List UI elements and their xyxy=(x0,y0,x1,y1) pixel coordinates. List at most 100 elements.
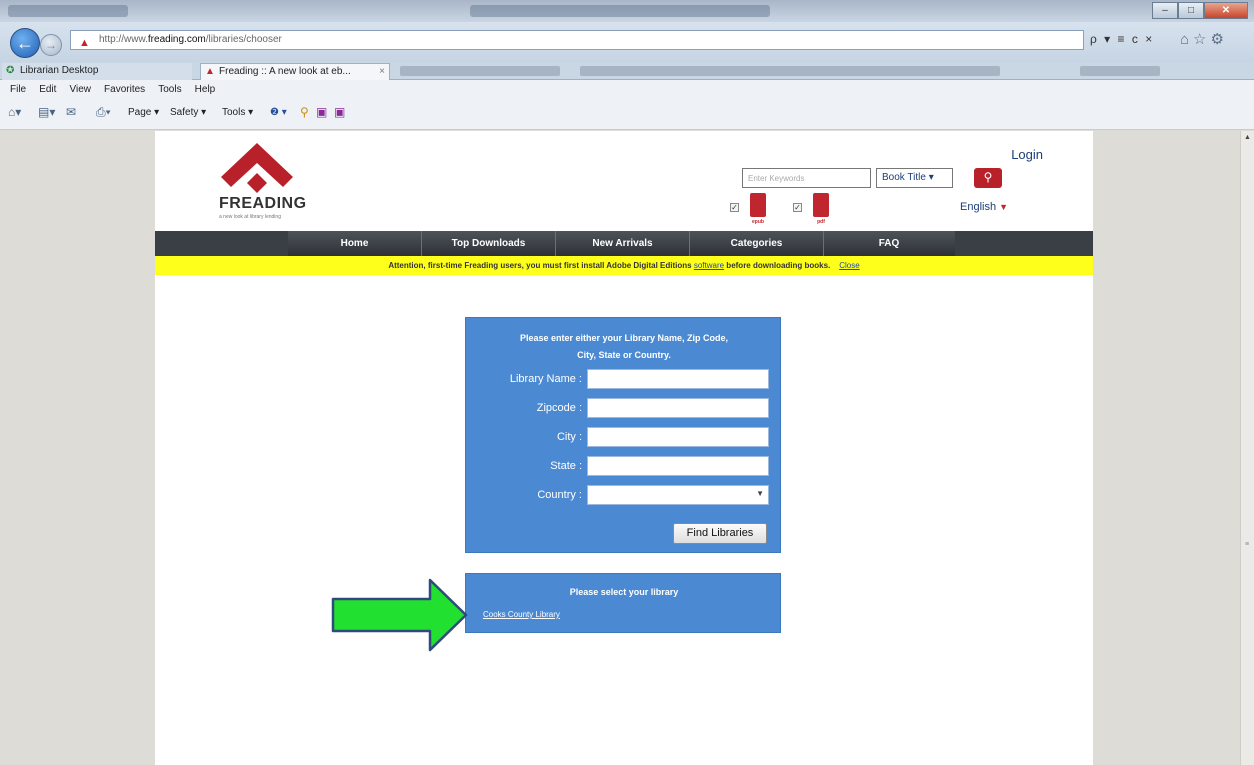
url-host: freading.com xyxy=(147,34,206,45)
zipcode-input[interactable] xyxy=(587,398,769,418)
pdf-checkbox[interactable]: ✓ xyxy=(793,203,802,212)
back-button[interactable]: ← xyxy=(10,28,40,58)
library-search-form: Please enter either your Library Name, Z… xyxy=(465,317,781,553)
city-input[interactable] xyxy=(587,427,769,447)
window-title-bar: – □ ✕ xyxy=(0,0,1254,22)
menu-favorites[interactable]: Favorites xyxy=(104,80,145,100)
country-label: Country : xyxy=(537,489,582,501)
library-select-box: Please select your library Cooks County … xyxy=(465,573,781,633)
language-select[interactable]: English ▼ xyxy=(960,201,1008,213)
epub-checkbox[interactable]: ✓ xyxy=(730,203,739,212)
nav-new-arrivals[interactable]: New Arrivals xyxy=(556,231,689,256)
tab-label: Freading :: A new look at eb... xyxy=(219,66,351,77)
menu-view[interactable]: View xyxy=(69,80,91,100)
pdf-label: pdf xyxy=(817,219,825,225)
tab-row-blur xyxy=(1080,66,1160,76)
state-label: State : xyxy=(550,460,582,472)
nav-home[interactable]: Home xyxy=(288,231,421,256)
safety-menu[interactable]: Safety ▾ xyxy=(170,107,206,118)
library-name-label: Library Name : xyxy=(509,373,582,385)
tab-librarian-desktop[interactable]: ✪ Librarian Desktop xyxy=(2,63,192,80)
keyword-search-input[interactable] xyxy=(742,168,871,188)
onenote-icon[interactable]: ▣ xyxy=(316,105,327,119)
print-icon[interactable]: ⎙▾ xyxy=(96,105,111,120)
home-favorites-settings-icons[interactable]: ⌂☆⚙ xyxy=(1180,30,1228,48)
url-prefix: http://www. xyxy=(99,34,148,45)
notice-text-after: before downloading books. xyxy=(724,261,831,270)
find-libraries-button[interactable]: Find Libraries xyxy=(673,523,767,544)
research-icon[interactable]: ⚲ xyxy=(300,105,309,119)
software-link[interactable]: software xyxy=(694,261,724,270)
maximize-button[interactable]: □ xyxy=(1178,2,1204,19)
tab-row: ✪ Librarian Desktop ▲ Freading :: A new … xyxy=(0,62,1254,80)
url-path: /libraries/chooser xyxy=(205,34,282,45)
feeds-icon[interactable]: ▤▾ xyxy=(38,105,55,119)
logo-text[interactable]: FREADING xyxy=(219,195,307,213)
address-row: ← → ▲ http://www.freading.com/libraries/… xyxy=(0,22,1254,62)
scroll-up-arrow-icon[interactable]: ▲ xyxy=(1244,134,1251,141)
menu-file[interactable]: File xyxy=(10,80,26,100)
tab-favicon-icon: ✪ xyxy=(6,65,15,76)
window-title xyxy=(470,5,770,17)
pdf-format-icon: pdf xyxy=(813,193,829,225)
vertical-scrollbar[interactable]: ▲ ≡ xyxy=(1240,131,1254,765)
close-window-button[interactable]: ✕ xyxy=(1204,2,1248,19)
tab-close-icon[interactable]: × xyxy=(379,64,385,80)
nav-padding xyxy=(155,231,288,256)
search-icon: ⚲ xyxy=(983,170,993,184)
tab-row-blur xyxy=(580,66,1000,76)
nav-top-downloads[interactable]: Top Downloads xyxy=(422,231,555,256)
back-arrow-icon: ← xyxy=(16,33,34,53)
epub-format-icon: epub xyxy=(750,193,766,225)
logo-tagline: a new look at library lending xyxy=(219,214,281,220)
language-label: English xyxy=(960,201,997,213)
epub-label: epub xyxy=(752,219,764,225)
forward-button[interactable]: → xyxy=(40,34,62,56)
zipcode-label: Zipcode : xyxy=(536,402,582,414)
tab-label: Librarian Desktop xyxy=(20,65,99,76)
freading-favicon-icon: ▲ xyxy=(205,66,215,77)
tools-menu[interactable]: Tools ▾ xyxy=(222,107,253,118)
login-link[interactable]: Login xyxy=(1011,147,1043,162)
search-scope-select[interactable]: Book Title ▾ xyxy=(876,168,953,188)
library-link[interactable]: Cooks County Library xyxy=(483,610,560,619)
freading-page: FREADING a new look at library lending L… xyxy=(155,131,1093,765)
library-select-title: Please select your library xyxy=(569,587,679,597)
quick-access-toolbar xyxy=(8,5,128,17)
tab-row-blur xyxy=(400,66,560,76)
state-input[interactable] xyxy=(587,456,769,476)
nav-padding xyxy=(955,231,1093,256)
library-search-title-line2: City, State or Country. xyxy=(577,350,671,360)
page-menu[interactable]: Page ▾ xyxy=(128,107,159,118)
library-search-title: Please enter either your Library Name, Z… xyxy=(476,330,772,364)
search-button[interactable]: ⚲ xyxy=(974,168,1002,188)
forward-arrow-icon: → xyxy=(45,38,57,52)
menu-bar: File Edit View Favorites Tools Help xyxy=(0,80,1254,100)
home-icon[interactable]: ⌂▾ xyxy=(8,105,21,119)
address-tools[interactable]: ρ ▾ ≡ c × xyxy=(1090,32,1154,46)
main-nav: Home Top Downloads New Arrivals Categori… xyxy=(155,231,1093,256)
country-select[interactable]: ▼ xyxy=(587,485,769,505)
green-pointer-arrow-icon xyxy=(331,578,468,652)
menu-help[interactable]: Help xyxy=(195,80,216,100)
notice-text: Attention, first-time Freading users, yo… xyxy=(388,261,694,270)
send-to-onenote-icon[interactable]: ▣ xyxy=(334,105,345,119)
city-label: City : xyxy=(556,431,582,443)
dropdown-arrow-icon: ▼ xyxy=(756,489,764,498)
nav-faq[interactable]: FAQ xyxy=(824,231,954,256)
minimize-button[interactable]: – xyxy=(1152,2,1178,19)
library-name-input[interactable] xyxy=(587,369,769,389)
scroll-thumb[interactable]: ≡ xyxy=(1245,541,1249,548)
command-bar: ⌂▾ ▤▾ ✉ ⎙▾ Page ▾ Safety ▾ Tools ▾ ❷ ▾ ⚲… xyxy=(0,100,1254,130)
freading-favicon-icon: ▲ xyxy=(79,37,90,49)
notice-close-link[interactable]: Close xyxy=(839,261,859,270)
address-bar[interactable]: ▲ http://www.freading.com/libraries/choo… xyxy=(70,30,1084,50)
help-icon[interactable]: ❷ ▾ xyxy=(270,107,287,118)
freading-logo-icon[interactable] xyxy=(217,141,297,193)
mail-icon[interactable]: ✉ xyxy=(66,105,76,119)
menu-tools[interactable]: Tools xyxy=(158,80,181,100)
caret-down-icon: ▼ xyxy=(999,202,1009,212)
nav-categories[interactable]: Categories xyxy=(690,231,823,256)
tab-freading[interactable]: ▲ Freading :: A new look at eb... × xyxy=(200,63,390,80)
menu-edit[interactable]: Edit xyxy=(39,80,56,100)
